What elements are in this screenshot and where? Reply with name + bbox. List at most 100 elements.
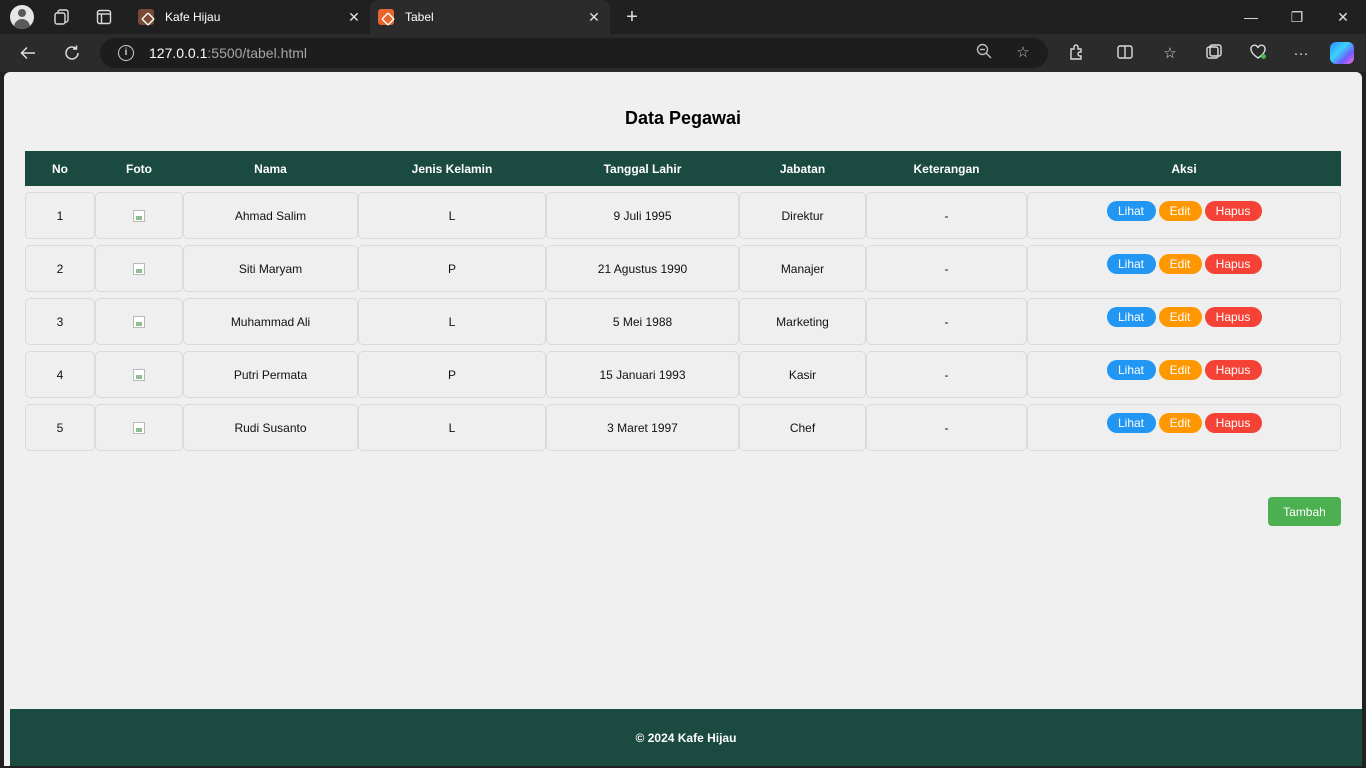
split-screen-icon[interactable] (1114, 43, 1136, 65)
cell-aksi: Lihat Edit Hapus (1027, 404, 1341, 451)
cell-aksi: Lihat Edit Hapus (1027, 192, 1341, 239)
column-header-tanggal-lahir: Tanggal Lahir (603, 161, 682, 176)
cell-foto (95, 298, 183, 345)
browser-titlebar: Kafe Hijau ✕ Tabel ✕ + — ❐ ✕ (0, 0, 1366, 34)
view-button[interactable]: Lihat (1106, 413, 1156, 433)
close-window-icon[interactable]: ✕ (1320, 0, 1366, 34)
cell-no: 1 (25, 192, 95, 239)
cell-no: 4 (25, 351, 95, 398)
delete-button[interactable]: Hapus (1204, 254, 1262, 274)
cell-jenis-kelamin: L (358, 404, 546, 451)
copilot-icon[interactable] (1330, 42, 1354, 64)
back-arrow-icon[interactable] (16, 41, 40, 65)
add-employee-button[interactable]: Tambah (1268, 497, 1341, 526)
edit-button[interactable]: Edit (1158, 201, 1202, 221)
cell-jabatan: Kasir (739, 351, 866, 398)
url-host: 127.0.0.1 (149, 45, 208, 61)
delete-button[interactable]: Hapus (1204, 413, 1262, 433)
edit-button[interactable]: Edit (1158, 413, 1202, 433)
refresh-icon[interactable] (60, 41, 84, 65)
cell-jenis-kelamin: P (358, 351, 546, 398)
page-footer: © 2024 Kafe Hijau (10, 709, 1362, 766)
delete-button[interactable]: Hapus (1204, 201, 1262, 221)
broken-image-icon (133, 368, 145, 381)
new-tab-plus-icon[interactable]: + (620, 5, 644, 29)
tab-favicon-icon (378, 9, 394, 25)
table-row: 4 Putri Permata P 15 Januari 1993 Kasir … (25, 351, 1341, 398)
url-text: 127.0.0.1:5500/tabel.html (149, 45, 307, 61)
cell-jenis-kelamin: P (358, 245, 546, 292)
broken-image-icon (133, 209, 145, 222)
cell-nama: Rudi Susanto (183, 404, 358, 451)
browser-toolbar: i 127.0.0.1:5500/tabel.html ☆ ☆ ··· (0, 34, 1366, 72)
column-header-no: No (52, 161, 68, 176)
browser-essentials-icon[interactable] (1247, 43, 1269, 65)
cell-nama: Muhammad Ali (183, 298, 358, 345)
cell-foto (95, 351, 183, 398)
cell-tanggal-lahir: 5 Mei 1988 (546, 298, 739, 345)
tab-favicon-icon (138, 9, 154, 25)
delete-button[interactable]: Hapus (1204, 307, 1262, 327)
cell-jabatan: Marketing (739, 298, 866, 345)
address-bar[interactable]: i 127.0.0.1:5500/tabel.html ☆ (100, 38, 1048, 68)
favorite-star-icon[interactable]: ☆ (1013, 43, 1033, 63)
collections-icon[interactable] (1203, 43, 1225, 65)
restore-icon[interactable]: ❐ (1274, 0, 1320, 34)
column-header-jabatan: Jabatan (779, 161, 826, 176)
page-title: Data Pegawai (624, 108, 742, 128)
delete-button[interactable]: Hapus (1204, 360, 1262, 380)
extensions-icon[interactable] (1066, 43, 1088, 65)
zoom-out-icon[interactable] (974, 43, 994, 63)
broken-image-icon (133, 262, 145, 275)
cell-jenis-kelamin: L (358, 298, 546, 345)
cell-tanggal-lahir: 3 Maret 1997 (546, 404, 739, 451)
edit-button[interactable]: Edit (1158, 360, 1202, 380)
cell-no: 3 (25, 298, 95, 345)
edit-button[interactable]: Edit (1158, 307, 1202, 327)
cell-aksi: Lihat Edit Hapus (1027, 351, 1341, 398)
column-header-jenis-kelamin: Jenis Kelamin (411, 161, 493, 176)
table-row: 3 Muhammad Ali L 5 Mei 1988 Marketing - … (25, 298, 1341, 345)
column-header-nama: Nama (254, 161, 287, 176)
view-button[interactable]: Lihat (1106, 254, 1156, 274)
workspaces-button[interactable] (50, 5, 74, 29)
cell-keterangan: - (866, 245, 1027, 292)
tab-close-icon[interactable]: ✕ (586, 9, 602, 25)
cell-keterangan: - (866, 404, 1027, 451)
tab-actions-button[interactable] (92, 5, 116, 29)
cell-keterangan: - (866, 192, 1027, 239)
view-button[interactable]: Lihat (1106, 201, 1156, 221)
tab-kafe-hijau[interactable]: Kafe Hijau ✕ (132, 0, 370, 34)
minimize-icon[interactable]: — (1228, 0, 1274, 34)
column-header-foto: Foto (126, 161, 152, 176)
view-button[interactable]: Lihat (1106, 307, 1156, 327)
cell-jabatan: Manajer (739, 245, 866, 292)
view-button[interactable]: Lihat (1106, 360, 1156, 380)
page-viewport: Data Pegawai No Foto Nama Jenis Kelamin … (4, 72, 1362, 766)
favorites-icon[interactable]: ☆ (1159, 43, 1181, 65)
column-header-aksi: Aksi (1171, 161, 1197, 176)
footer-copyright: © 2024 Kafe Hijau (635, 730, 737, 745)
tab-close-icon[interactable]: ✕ (346, 9, 362, 25)
edit-button[interactable]: Edit (1158, 254, 1202, 274)
cell-foto (95, 192, 183, 239)
table-row: 2 Siti Maryam P 21 Agustus 1990 Manajer … (25, 245, 1341, 292)
cell-no: 5 (25, 404, 95, 451)
cell-tanggal-lahir: 9 Juli 1995 (546, 192, 739, 239)
table-row: 1 Ahmad Salim L 9 Juli 1995 Direktur - L… (25, 192, 1341, 239)
cell-keterangan: - (866, 298, 1027, 345)
cell-aksi: Lihat Edit Hapus (1027, 245, 1341, 292)
site-info-icon[interactable]: i (118, 45, 134, 61)
cell-nama: Putri Permata (183, 351, 358, 398)
cell-jabatan: Direktur (739, 192, 866, 239)
cell-jabatan: Chef (739, 404, 866, 451)
cell-foto (95, 404, 183, 451)
cell-keterangan: - (866, 351, 1027, 398)
cell-tanggal-lahir: 15 Januari 1993 (546, 351, 739, 398)
table-header: No Foto Nama Jenis Kelamin Tanggal Lahir… (25, 151, 1341, 186)
profile-button[interactable] (10, 5, 34, 29)
cell-aksi: Lihat Edit Hapus (1027, 298, 1341, 345)
cell-nama: Siti Maryam (183, 245, 358, 292)
tab-tabel[interactable]: Tabel ✕ (370, 0, 610, 34)
more-options-icon[interactable]: ··· (1290, 43, 1312, 65)
